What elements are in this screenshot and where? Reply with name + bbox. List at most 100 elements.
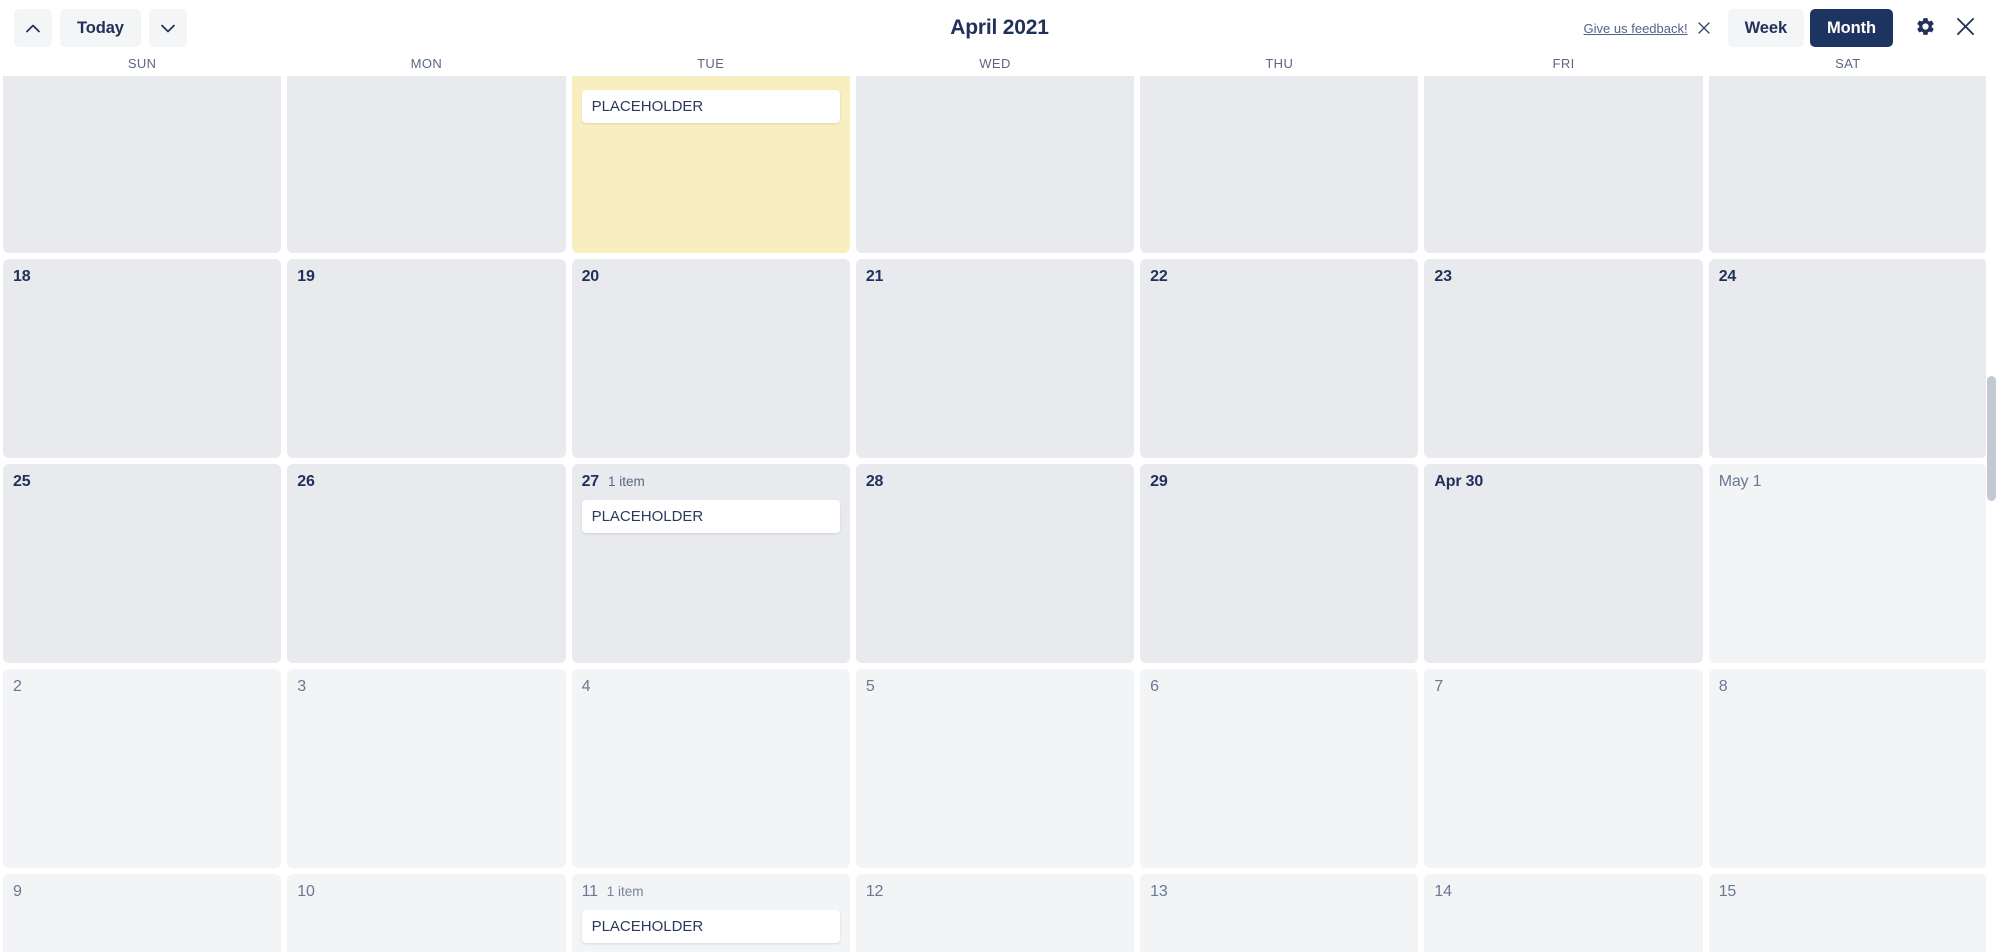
day-header: 11 1 item [582, 883, 840, 903]
day-cell[interactable]: 13 [1140, 874, 1419, 952]
gear-icon [1915, 16, 1936, 40]
close-button[interactable] [1945, 8, 1985, 48]
day-number: 13 [582, 76, 600, 81]
day-header: 14 [866, 76, 1124, 83]
calendar-grid-viewport: 1112131 itemPLACEHOLDER14151617181920212… [0, 76, 1999, 952]
day-cell[interactable]: 18 [3, 259, 282, 458]
day-cell[interactable]: 2 [3, 669, 282, 868]
day-header: 19 [297, 268, 555, 288]
day-cell[interactable]: 20 [571, 259, 850, 458]
feedback-banner: Give us feedback! [1584, 21, 1710, 36]
day-cell[interactable]: 4 [571, 669, 850, 868]
view-week-button[interactable]: Week [1727, 9, 1805, 47]
settings-button[interactable] [1905, 8, 1945, 48]
day-cell[interactable]: 3 [287, 669, 566, 868]
weekday-label-sat: SAT [1835, 56, 1861, 71]
day-cell[interactable]: 19 [287, 259, 566, 458]
day-cell[interactable]: 22 [1140, 259, 1419, 458]
calendar-event[interactable]: PLACEHOLDER [581, 90, 840, 123]
feedback-link[interactable]: Give us feedback! [1584, 21, 1688, 36]
day-number: 27 [581, 473, 600, 490]
calendar-week-row: 9 10 11 1 item PLACEHOLDER 12 13 14 15 [0, 874, 1990, 952]
day-cell[interactable]: 5 [855, 669, 1135, 868]
day-header: 17 [1719, 76, 1977, 83]
day-cell[interactable]: 12 [287, 76, 566, 253]
vertical-scrollbar[interactable] [1986, 76, 1997, 952]
calendar-event[interactable]: PLACEHOLDER [581, 910, 840, 943]
day-header: May 1 [1719, 473, 1977, 493]
day-cell[interactable]: Apr 30 [1424, 464, 1703, 663]
day-header: 8 [1719, 678, 1977, 698]
day-header: 21 [866, 268, 1124, 288]
day-number: 15 [1718, 883, 1737, 900]
today-button[interactable]: Today [60, 9, 141, 47]
day-cell[interactable]: 29 [1140, 464, 1419, 663]
day-number: 15 [1150, 76, 1168, 81]
weekday-label-wed: WED [979, 56, 1011, 71]
next-period-button[interactable] [148, 9, 187, 47]
calendar-week-row: 25 26 27 1 item PLACEHOLDER 28 29 Apr 30 May 1 [0, 464, 1990, 669]
day-number: 6 [1150, 678, 1159, 695]
day-header: 4 [582, 678, 840, 698]
previous-period-button[interactable] [14, 9, 52, 47]
calendar-week-row: 18 19 20 21 22 23 24 [0, 259, 1990, 464]
weekday-label-mon: MON [410, 56, 443, 71]
day-cell[interactable]: 9 [3, 874, 282, 952]
day-cell[interactable]: 25 [3, 464, 282, 663]
day-header: 23 [1434, 268, 1692, 288]
day-header: 29 [1150, 473, 1408, 493]
day-number: 21 [865, 268, 884, 285]
day-header: Apr 30 [1434, 473, 1692, 493]
day-cell[interactable]: 16 [1424, 76, 1703, 253]
weekday-label-fri: FRI [1552, 56, 1575, 71]
day-cell[interactable]: 11 1 item PLACEHOLDER [571, 874, 850, 952]
day-cell[interactable]: 24 [1708, 259, 1987, 458]
day-cell[interactable]: 11 [3, 76, 282, 253]
day-number: 10 [297, 883, 315, 900]
day-cell[interactable]: 26 [287, 464, 566, 663]
day-number: 28 [865, 473, 884, 490]
day-cell[interactable]: May 1 [1708, 464, 1987, 663]
day-number: Apr 30 [1434, 473, 1484, 490]
calendar-week-row: 2 3 4 5 6 7 8 [0, 669, 1990, 874]
day-number: 7 [1434, 678, 1444, 695]
day-item-count: 1 item [606, 884, 644, 899]
day-header: 22 [1150, 268, 1408, 288]
day-header: 15 [1150, 76, 1408, 83]
day-header: 27 1 item [582, 473, 840, 493]
day-header: 13 1 item [582, 76, 840, 83]
day-cell[interactable]: 8 [1708, 669, 1987, 868]
header-actions: Give us feedback! Week Month [1584, 8, 1985, 48]
day-cell[interactable]: 10 [287, 874, 566, 952]
day-number: 12 [865, 883, 884, 900]
calendar-event[interactable]: PLACEHOLDER [581, 500, 840, 533]
day-number: 12 [297, 76, 315, 81]
day-header: 5 [866, 678, 1124, 698]
day-cell[interactable]: 23 [1424, 259, 1703, 458]
day-item-count: 1 item [608, 76, 645, 79]
day-number: 18 [13, 268, 31, 285]
day-number: 4 [581, 678, 591, 695]
day-header: 13 [1150, 883, 1408, 903]
day-cell[interactable]: 12 [855, 874, 1135, 952]
calendar-header: Today April 2021 Give us feedback! Week … [0, 0, 1999, 56]
view-month-button[interactable]: Month [1810, 9, 1893, 47]
day-number: 14 [1434, 883, 1452, 900]
weekday-label-thu: THU [1265, 56, 1294, 71]
day-cell[interactable]: 17 [1708, 76, 1987, 253]
scrollbar-thumb[interactable] [1987, 376, 1996, 501]
day-cell[interactable]: 28 [855, 464, 1135, 663]
feedback-dismiss-icon[interactable] [1697, 22, 1710, 34]
day-number: 11 [13, 76, 30, 81]
day-cell[interactable]: 21 [855, 259, 1135, 458]
day-cell[interactable]: 27 1 item PLACEHOLDER [571, 464, 850, 663]
day-cell[interactable]: 15 [1708, 874, 1987, 952]
day-cell[interactable]: 6 [1140, 669, 1419, 868]
day-header: 15 [1719, 883, 1977, 903]
day-cell[interactable]: 14 [855, 76, 1135, 253]
day-header: 11 [13, 76, 271, 83]
day-cell[interactable]: 15 [1140, 76, 1419, 253]
day-cell[interactable]: 14 [1424, 874, 1703, 952]
day-cell[interactable]: 7 [1424, 669, 1703, 868]
day-cell[interactable]: 13 1 item PLACEHOLDER [571, 76, 850, 253]
